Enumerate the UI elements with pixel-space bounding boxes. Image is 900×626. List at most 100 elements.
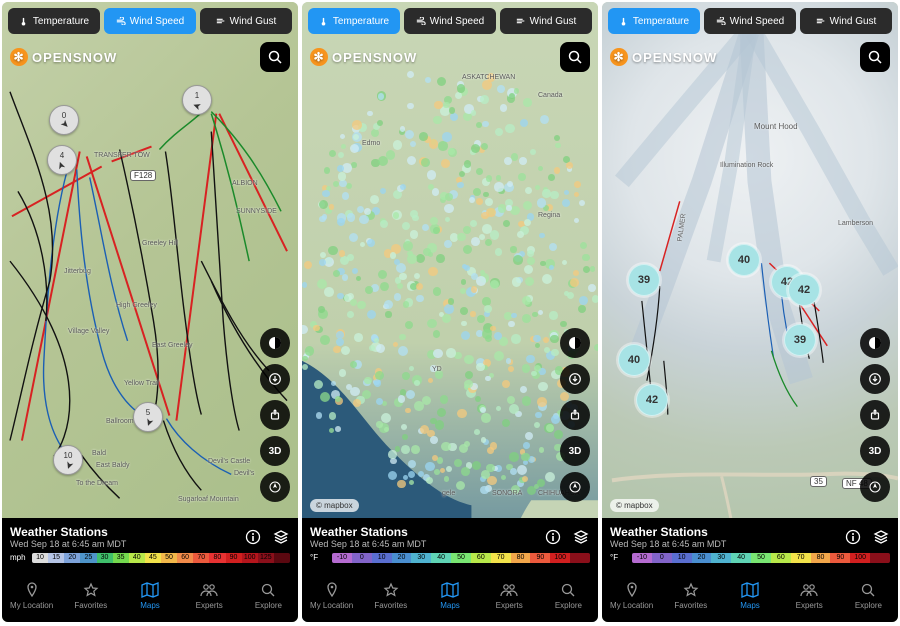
thermometer-icon xyxy=(19,16,29,26)
nav-label: My Location xyxy=(10,601,53,610)
wind-gust-icon xyxy=(816,16,826,26)
screenshot-panel-2: © mapbox Temperature Wind Speed Wind Gus… xyxy=(302,2,598,622)
three-d-label: 3D xyxy=(269,446,282,457)
share-button[interactable] xyxy=(860,400,890,430)
pill-temperature[interactable]: Temperature xyxy=(8,8,100,34)
legend-cell: 70 xyxy=(491,553,511,563)
pill-wind-speed[interactable]: Wind Speed xyxy=(704,8,796,34)
download-button[interactable] xyxy=(260,364,290,394)
legend-cell: 50 xyxy=(451,553,471,563)
legend-cell: -10 xyxy=(632,553,652,563)
download-icon xyxy=(869,373,881,385)
pill-temperature[interactable]: Temperature xyxy=(308,8,400,34)
share-icon xyxy=(869,409,881,421)
locate-icon xyxy=(869,481,881,493)
pill-wind-gust[interactable]: Wind Gust xyxy=(500,8,592,34)
legend-cell: 60 xyxy=(177,553,193,563)
contrast-button[interactable] xyxy=(860,328,890,358)
legend-cell: 60 xyxy=(771,553,791,563)
nav-favorites[interactable]: Favorites xyxy=(61,568,120,622)
map-area[interactable]: © mapbox PALMER Temperature Wind Speed W… xyxy=(602,2,898,622)
temp-marker[interactable]: 39 xyxy=(784,324,816,356)
temp-marker[interactable]: 40 xyxy=(728,244,760,276)
layers-button[interactable] xyxy=(272,528,290,546)
bottom-nav: My Location Favorites Maps Experts Explo… xyxy=(2,568,298,622)
legend-f: °F -100102030405060708090100 xyxy=(610,552,890,564)
wind-marker[interactable]: 4➤ xyxy=(47,145,77,175)
pill-label: Wind Gust xyxy=(530,16,577,27)
nav-label: Favorites xyxy=(74,601,107,610)
info-button[interactable] xyxy=(844,528,862,546)
layers-button[interactable] xyxy=(872,528,890,546)
layer-toggle-bar: Temperature Wind Speed Wind Gust xyxy=(8,8,292,34)
search-button[interactable] xyxy=(860,42,890,72)
locate-button[interactable] xyxy=(260,472,290,502)
contrast-button[interactable] xyxy=(260,328,290,358)
nav-label: Maps xyxy=(740,601,760,610)
wind-icon xyxy=(116,16,126,26)
three-d-button[interactable]: 3D xyxy=(560,436,590,466)
legend-cell xyxy=(570,553,590,563)
info-subtitle: Wed Sep 18 at 6:45 am MDT xyxy=(610,539,726,549)
pill-wind-gust[interactable]: Wind Gust xyxy=(800,8,892,34)
bottom-nav: My Location Favorites Maps Experts Explo… xyxy=(602,568,898,622)
nav-experts[interactable]: Experts xyxy=(180,568,239,622)
temp-marker[interactable]: 40 xyxy=(618,344,650,376)
share-button[interactable] xyxy=(560,400,590,430)
temp-marker[interactable]: 42 xyxy=(636,384,668,416)
search-button[interactable] xyxy=(560,42,590,72)
contrast-button[interactable] xyxy=(560,328,590,358)
nav-experts[interactable]: Experts xyxy=(480,568,539,622)
nav-explore[interactable]: Explore xyxy=(839,568,898,622)
pin-icon xyxy=(22,581,42,599)
pill-temperature[interactable]: Temperature xyxy=(608,8,700,34)
info-button[interactable] xyxy=(244,528,262,546)
logo-row: ✻ OPENSNOW xyxy=(2,42,298,72)
info-subtitle: Wed Sep 18 at 6:45 am MDT xyxy=(10,539,126,549)
brand-logo: ✻ OPENSNOW xyxy=(610,48,717,66)
nav-my-location[interactable]: My Location xyxy=(302,568,361,622)
download-button[interactable] xyxy=(860,364,890,394)
pill-wind-speed[interactable]: Wind Speed xyxy=(404,8,496,34)
three-d-button[interactable]: 3D xyxy=(260,436,290,466)
download-button[interactable] xyxy=(560,364,590,394)
map-area[interactable]: © mapbox Temperature Wind Speed Wind Gus… xyxy=(302,2,598,622)
nav-maps[interactable]: Maps xyxy=(120,568,179,622)
pin-icon xyxy=(322,581,342,599)
nav-explore[interactable]: Explore xyxy=(539,568,598,622)
nav-my-location[interactable]: My Location xyxy=(2,568,61,622)
pill-wind-speed[interactable]: Wind Speed xyxy=(104,8,196,34)
legend-cell: 35 xyxy=(113,553,129,563)
search-icon xyxy=(558,581,578,599)
map-area[interactable]: F128 Temperature Wind Speed Wind Gust ✻ … xyxy=(2,2,298,622)
search-icon xyxy=(258,581,278,599)
download-icon xyxy=(269,373,281,385)
nav-experts[interactable]: Experts xyxy=(780,568,839,622)
temp-marker[interactable]: 42 xyxy=(788,274,820,306)
wind-marker[interactable]: 10➤ xyxy=(53,445,83,475)
layers-button[interactable] xyxy=(572,528,590,546)
nav-maps[interactable]: Maps xyxy=(420,568,479,622)
share-button[interactable] xyxy=(260,400,290,430)
nav-my-location[interactable]: My Location xyxy=(602,568,661,622)
info-button[interactable] xyxy=(544,528,562,546)
wind-marker[interactable]: 5➤ xyxy=(133,402,163,432)
pill-wind-gust[interactable]: Wind Gust xyxy=(200,8,292,34)
nav-favorites[interactable]: Favorites xyxy=(661,568,720,622)
locate-button[interactable] xyxy=(860,472,890,502)
temp-marker[interactable]: 39 xyxy=(628,264,660,296)
nav-maps[interactable]: Maps xyxy=(720,568,779,622)
three-d-button[interactable]: 3D xyxy=(860,436,890,466)
nav-favorites[interactable]: Favorites xyxy=(361,568,420,622)
wind-marker[interactable]: 1➤ xyxy=(182,85,212,115)
brand-logo: ✻ OPENSNOW xyxy=(10,48,117,66)
search-button[interactable] xyxy=(260,42,290,72)
share-icon xyxy=(569,409,581,421)
legend-cell: 80 xyxy=(811,553,831,563)
locate-button[interactable] xyxy=(560,472,590,502)
info-icon xyxy=(545,529,561,545)
wind-gust-icon xyxy=(216,16,226,26)
wind-marker[interactable]: 0➤ xyxy=(49,105,79,135)
nav-explore[interactable]: Explore xyxy=(239,568,298,622)
legend-cell xyxy=(870,553,890,563)
